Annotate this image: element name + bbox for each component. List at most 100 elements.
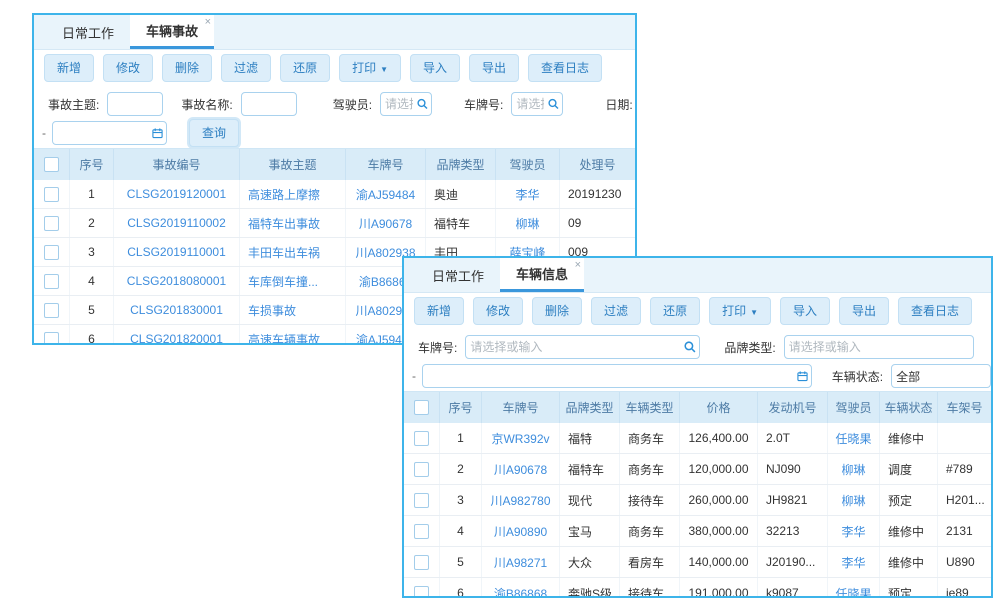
- link-driver[interactable]: 李华: [828, 547, 880, 577]
- query-button[interactable]: 查询: [189, 119, 239, 147]
- link-accident-code[interactable]: CLSG2019120001: [114, 180, 240, 208]
- accidents-filter-row-1: 事故主题: 事故名称: 驾驶员: 车牌号: 日期:: [34, 90, 635, 118]
- table-row[interactable]: 2 川A90678 福特车 商务车 120,000.00 NJ090 柳琳 调度…: [404, 454, 991, 485]
- link-driver[interactable]: 任晓果: [828, 423, 880, 453]
- row-checkbox[interactable]: [414, 431, 429, 446]
- row-checkbox[interactable]: [44, 274, 59, 289]
- brand-select-input[interactable]: [784, 335, 974, 359]
- table-row[interactable]: 4 川A90890 宝马 商务车 380,000.00 32213 李华 维修中…: [404, 516, 991, 547]
- print-button[interactable]: 打印▼: [709, 297, 771, 325]
- table-row[interactable]: 5 川A98271 大众 看房车 140,000.00 J20190... 李华…: [404, 547, 991, 578]
- driver-select[interactable]: [380, 92, 432, 116]
- link-plate[interactable]: 川A90678: [346, 209, 426, 237]
- plate-select-input[interactable]: [465, 335, 700, 359]
- restore-button[interactable]: 还原: [650, 297, 700, 325]
- search-icon[interactable]: [684, 341, 696, 353]
- link-plate[interactable]: 川A98271: [482, 547, 560, 577]
- add-button[interactable]: 新增: [414, 297, 464, 325]
- date-end-input[interactable]: [422, 364, 812, 388]
- select-all-checkbox[interactable]: [44, 157, 59, 172]
- table-row[interactable]: 6 渝B86868 奔驰S级 接待车 191,000.00 k9087 任晓果 …: [404, 578, 991, 598]
- cell-engine: 32213: [758, 516, 828, 546]
- row-checkbox[interactable]: [414, 586, 429, 599]
- row-checkbox[interactable]: [414, 524, 429, 539]
- link-driver[interactable]: 李华: [828, 516, 880, 546]
- link-accident-code[interactable]: CLSG2019110001: [114, 238, 240, 266]
- export-button[interactable]: 导出: [839, 297, 889, 325]
- link-driver[interactable]: 柳琳: [496, 209, 560, 237]
- tab-daily-work[interactable]: 日常工作: [46, 15, 130, 49]
- filter-button[interactable]: 过滤: [221, 54, 271, 82]
- print-button[interactable]: 打印▼: [339, 54, 401, 82]
- link-plate[interactable]: 川A90890: [482, 516, 560, 546]
- view-log-button[interactable]: 查看日志: [528, 54, 602, 82]
- link-accident-code[interactable]: CLSG2019110002: [114, 209, 240, 237]
- link-plate[interactable]: 京WR392v: [482, 423, 560, 453]
- table-row[interactable]: 3 川A982780 现代 接待车 260,000.00 JH9821 柳琳 预…: [404, 485, 991, 516]
- table-row[interactable]: 1 CLSG2019120001 高速路上摩擦 渝AJ59484 奥迪 李华 2…: [34, 180, 635, 209]
- close-icon[interactable]: ×: [575, 260, 581, 271]
- search-icon[interactable]: [548, 99, 559, 110]
- cell-accident-subject[interactable]: 福特车出事故: [240, 209, 346, 237]
- calendar-icon[interactable]: [152, 128, 163, 139]
- export-button[interactable]: 导出: [469, 54, 519, 82]
- delete-button[interactable]: 删除: [162, 54, 212, 82]
- table-row[interactable]: 1 京WR392v 福特 商务车 126,400.00 2.0T 任晓果 维修中: [404, 423, 991, 454]
- cell-engine: JH9821: [758, 485, 828, 515]
- link-plate[interactable]: 川A982780: [482, 485, 560, 515]
- cell-accident-subject[interactable]: 丰田车出车祸: [240, 238, 346, 266]
- edit-button[interactable]: 修改: [473, 297, 523, 325]
- link-accident-code[interactable]: CLSG201830001: [114, 296, 240, 324]
- tab-vehicle-accidents[interactable]: 车辆事故 ×: [130, 15, 214, 49]
- accident-name-label: 事故名称:: [181, 96, 232, 113]
- import-button[interactable]: 导入: [780, 297, 830, 325]
- cell-accident-subject[interactable]: 车损事故: [240, 296, 346, 324]
- calendar-icon[interactable]: [797, 371, 808, 382]
- link-plate[interactable]: 川A90678: [482, 454, 560, 484]
- filter-button[interactable]: 过滤: [591, 297, 641, 325]
- link-driver[interactable]: 柳琳: [828, 454, 880, 484]
- edit-button[interactable]: 修改: [103, 54, 153, 82]
- delete-button[interactable]: 删除: [532, 297, 582, 325]
- plate-select[interactable]: [511, 92, 563, 116]
- cell-serial: 4: [440, 516, 482, 546]
- link-driver[interactable]: 任晓果: [828, 578, 880, 598]
- row-checkbox[interactable]: [44, 187, 59, 202]
- accident-subject-input[interactable]: [107, 92, 163, 116]
- row-checkbox[interactable]: [414, 462, 429, 477]
- col-price: 价格: [680, 392, 758, 423]
- link-accident-code[interactable]: CLSG2018080001: [114, 267, 240, 295]
- vehicle-status-select[interactable]: 全部: [891, 364, 991, 388]
- search-icon[interactable]: [417, 99, 428, 110]
- cell-serial: 6: [440, 578, 482, 598]
- tab-vehicle-info[interactable]: 车辆信息 ×: [500, 258, 584, 292]
- cell-accident-subject[interactable]: 车库倒车撞...: [240, 267, 346, 295]
- date-end-picker[interactable]: [422, 364, 812, 388]
- plate-select[interactable]: [465, 335, 700, 359]
- accident-name-input[interactable]: [241, 92, 297, 116]
- row-checkbox[interactable]: [44, 332, 59, 346]
- link-plate[interactable]: 渝AJ59484: [346, 180, 426, 208]
- row-checkbox[interactable]: [414, 555, 429, 570]
- tab-daily-work[interactable]: 日常工作: [416, 258, 500, 292]
- link-plate[interactable]: 渝B86868: [482, 578, 560, 598]
- print-label: 打印: [722, 304, 746, 318]
- row-checkbox[interactable]: [414, 493, 429, 508]
- row-checkbox[interactable]: [44, 245, 59, 260]
- cell-accident-subject[interactable]: 高速路上摩擦: [240, 180, 346, 208]
- select-all-checkbox[interactable]: [414, 400, 429, 415]
- row-checkbox[interactable]: [44, 303, 59, 318]
- restore-button[interactable]: 还原: [280, 54, 330, 82]
- close-icon[interactable]: ×: [205, 17, 211, 28]
- cell-accident-subject[interactable]: 高速车辆事故: [240, 325, 346, 345]
- row-checkbox[interactable]: [44, 216, 59, 231]
- view-log-button[interactable]: 查看日志: [898, 297, 972, 325]
- date-end-input[interactable]: [52, 121, 167, 145]
- link-accident-code[interactable]: CLSG201820001: [114, 325, 240, 345]
- date-end-picker[interactable]: [52, 121, 167, 145]
- add-button[interactable]: 新增: [44, 54, 94, 82]
- link-driver[interactable]: 柳琳: [828, 485, 880, 515]
- table-row[interactable]: 2 CLSG2019110002 福特车出事故 川A90678 福特车 柳琳 0…: [34, 209, 635, 238]
- link-driver[interactable]: 李华: [496, 180, 560, 208]
- import-button[interactable]: 导入: [410, 54, 460, 82]
